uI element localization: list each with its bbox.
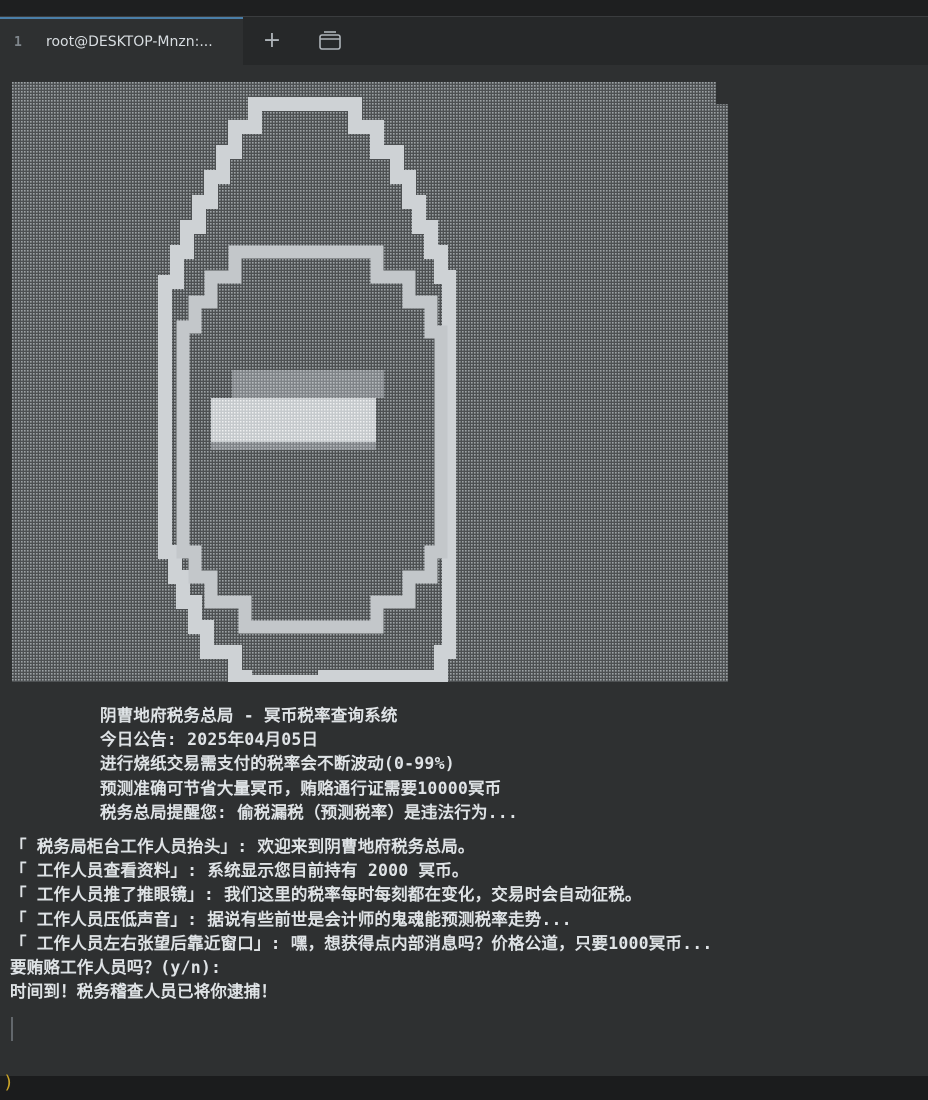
header-warning: 税务总局提醒您: 偷税漏税（预测税率）是违法行为... bbox=[100, 802, 519, 822]
header-bribe-note: 预测准确可节省大量冥币，贿赂通行证需要10000冥币 bbox=[100, 778, 502, 798]
header-title: 阴曹地府税务总局 - 冥币税率查询系统 bbox=[100, 706, 398, 725]
dialogue-line: 「 税务局柜台工作人员抬头」: 欢迎来到阴曹地府税务总局。 bbox=[10, 836, 475, 856]
tabs-overview-icon[interactable] bbox=[316, 29, 344, 53]
dialogue-line: 「 工作人员压低声音」: 据说有些前世是会计师的鬼魂能预测税率走势... bbox=[10, 909, 572, 929]
terminal-cursor[interactable] bbox=[11, 1017, 13, 1041]
tab-index: 1 bbox=[14, 34, 22, 50]
ascii-art-coin bbox=[12, 82, 728, 682]
header-announcement: 今日公告: 2025年04月05日 bbox=[100, 730, 319, 750]
window-top-strip bbox=[0, 0, 928, 16]
dialogue-line: 「 工作人员推了推眼镜」: 我们这里的税率每时每刻都在变化，交易时会自动征税。 bbox=[10, 885, 642, 905]
dialogue-line: 「 工作人员查看资料」: 系统显示您目前持有 2000 冥币。 bbox=[10, 861, 469, 881]
terminal-output: 阴曹地府税务总局 - 冥币税率查询系统 今日公告: 2025年04月05日 进行… bbox=[0, 704, 928, 1004]
status-bar bbox=[0, 1076, 928, 1100]
header-tax-note: 进行烧纸交易需支付的税率会不断波动(0-99%) bbox=[100, 754, 455, 774]
bribe-prompt: 要贿赂工作人员吗？(y/n): bbox=[10, 957, 222, 977]
dialogue-line: 「 工作人员左右张望后靠近窗口」: 嘿，想获得点内部消息吗？价格公道，只要100… bbox=[10, 933, 713, 953]
tab-terminal-1[interactable]: 1 root@DESKTOP-Mnzn:... bbox=[0, 17, 243, 65]
plus-icon[interactable]: + bbox=[258, 28, 286, 54]
tab-bar: 1 root@DESKTOP-Mnzn:... + bbox=[0, 16, 928, 65]
status-glyph: ) bbox=[3, 1072, 14, 1093]
tab-title: root@DESKTOP-Mnzn:... bbox=[46, 34, 213, 50]
result-message: 时间到！税务稽查人员已将你逮捕！ bbox=[10, 982, 278, 1002]
